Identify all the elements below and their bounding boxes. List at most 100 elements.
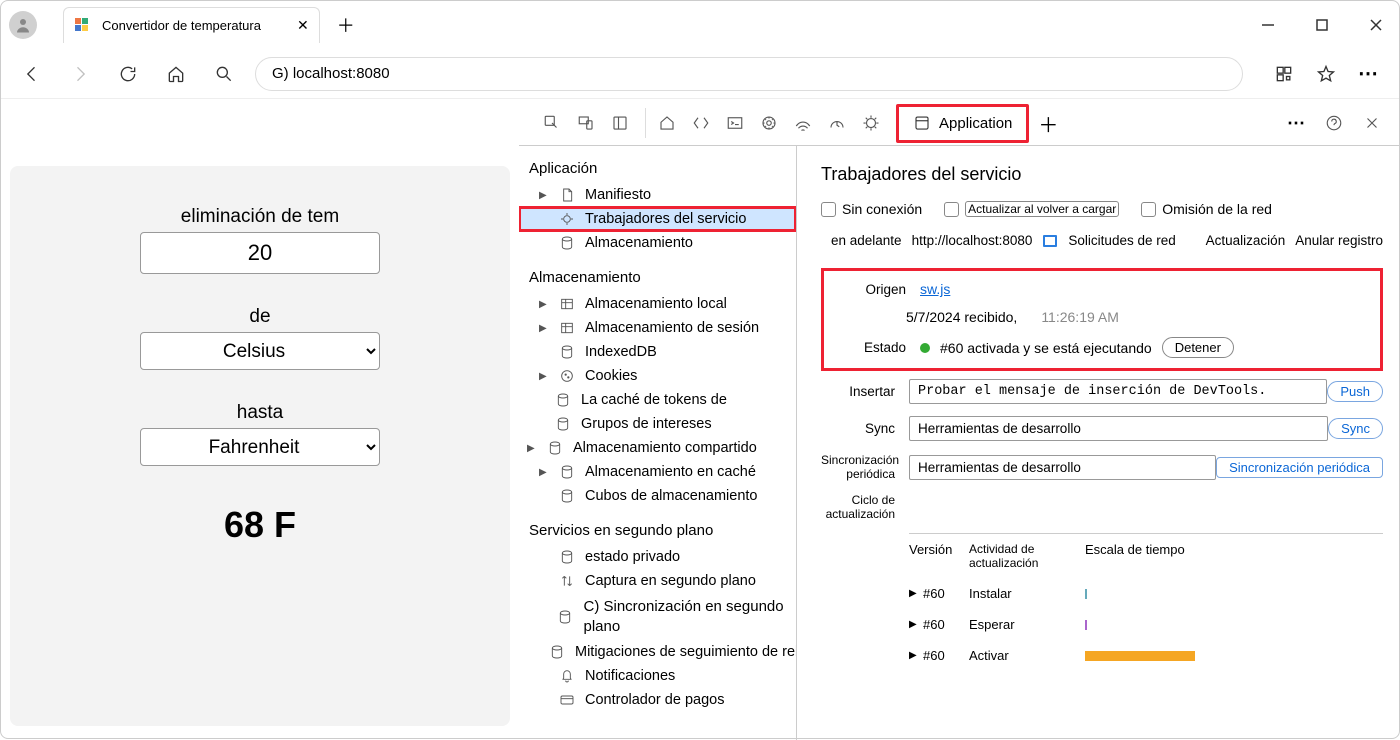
- sidebar-item-cookies[interactable]: ▶Cookies: [519, 364, 796, 388]
- extensions-button[interactable]: [1267, 57, 1301, 91]
- menu-button[interactable]: ⋯: [1351, 57, 1385, 91]
- offline-checkbox[interactable]: Sin conexión: [821, 201, 922, 217]
- more-tabs-button[interactable]: ＋: [1033, 108, 1063, 138]
- sw-scope-row: en adelante http://localhost:8080 Solici…: [831, 233, 1383, 248]
- panel-title: Trabajadores del servicio: [821, 164, 1383, 185]
- cycle-row-wait[interactable]: ▶#60Esperar: [909, 609, 1383, 640]
- status-label: Estado: [832, 340, 920, 355]
- profile-button[interactable]: [9, 11, 37, 39]
- back-button[interactable]: [15, 57, 49, 91]
- sidebar-item-background-fetch[interactable]: Captura en segundo plano: [519, 569, 796, 593]
- sidebar-item-private-state[interactable]: estado privado: [519, 545, 796, 569]
- sidebar-item-shared-storage[interactable]: ▶Almacenamiento compartido: [519, 436, 796, 460]
- devtools-help-icon[interactable]: [1319, 108, 1349, 138]
- devtools-tabbar: Application ＋ ⋯: [519, 99, 1399, 146]
- update-on-reload-checkbox[interactable]: Actualizar al volver a cargar: [944, 201, 1119, 217]
- sidebar-item-storage-buckets[interactable]: Cubos de almacenamiento: [519, 484, 796, 508]
- sw-status-highlight: Origen sw.js 5/7/2024 recibido, 11:26:19…: [821, 268, 1383, 371]
- tab-close-button[interactable]: ✕: [297, 17, 309, 34]
- welcome-tab-icon[interactable]: [652, 108, 682, 138]
- screenshot-icon[interactable]: [1042, 234, 1058, 248]
- update-cycle-table: Versión Actividad de actualización Escal…: [909, 533, 1383, 671]
- sw-status-text: #60 activada y se está ejecutando: [940, 340, 1152, 356]
- refresh-button[interactable]: [111, 57, 145, 91]
- push-input[interactable]: [909, 379, 1327, 404]
- address-bar[interactable]: G) localhost:8080: [255, 57, 1243, 91]
- stop-button[interactable]: Detener: [1162, 337, 1234, 358]
- inspect-icon[interactable]: [537, 108, 567, 138]
- converter-card: eliminación de tem de Celsius hasta Fahr…: [10, 166, 510, 726]
- cycle-row-install[interactable]: ▶#60Instalar: [909, 578, 1383, 609]
- window-minimize[interactable]: [1253, 10, 1283, 40]
- sidebar-item-background-sync[interactable]: C) Sincronización en segundo plano: [519, 593, 796, 640]
- device-toggle-icon[interactable]: [571, 108, 601, 138]
- sw-source-link[interactable]: sw.js: [920, 281, 950, 297]
- sources-tab-icon[interactable]: [754, 108, 784, 138]
- status-dot-icon: [920, 343, 930, 353]
- console-tab-icon[interactable]: [720, 108, 750, 138]
- browser-tab[interactable]: Convertidor de temperatura ✕: [63, 7, 320, 43]
- periodic-sync-button[interactable]: Sincronización periódica: [1216, 457, 1383, 478]
- value-input[interactable]: [140, 232, 380, 274]
- unregister-link[interactable]: Anular registro: [1295, 233, 1383, 248]
- sidebar-item-indexeddb[interactable]: IndexedDB: [519, 340, 796, 364]
- value-label: eliminación de tem: [181, 206, 339, 228]
- sidebar-item-payment-handler[interactable]: Controlador de pagos: [519, 688, 796, 712]
- sync-label: Sync: [821, 421, 909, 436]
- network-tab-icon[interactable]: [788, 108, 818, 138]
- from-select[interactable]: Celsius: [140, 332, 380, 370]
- application-tab[interactable]: Application: [896, 104, 1029, 143]
- window-close[interactable]: [1361, 10, 1391, 40]
- source-label: Origen: [832, 282, 920, 297]
- sync-button[interactable]: Sync: [1328, 418, 1383, 439]
- sw-received: 5/7/2024 recibido,: [906, 309, 1017, 325]
- sidebar-item-bounce-tracking[interactable]: Mitigaciones de seguimiento de rebote: [519, 640, 796, 664]
- new-tab-button[interactable]: ＋: [330, 9, 362, 41]
- section-storage: Almacenamiento: [519, 255, 796, 292]
- elements-tab-icon[interactable]: [686, 108, 716, 138]
- push-label: Insertar: [821, 384, 909, 399]
- update-link[interactable]: Actualización: [1206, 233, 1286, 248]
- sw-time: 11:26:19 AM: [1041, 309, 1119, 325]
- memory-tab-icon[interactable]: [856, 108, 886, 138]
- favorites-button[interactable]: [1309, 57, 1343, 91]
- sidebar-item-session-storage[interactable]: ▶Almacenamiento de sesión: [519, 316, 796, 340]
- titlebar: Convertidor de temperatura ✕ ＋: [1, 1, 1399, 49]
- sidebar-item-manifest[interactable]: ▶Manifiesto: [519, 183, 796, 207]
- window-maximize[interactable]: [1307, 10, 1337, 40]
- webpage: eliminación de tem de Celsius hasta Fahr…: [1, 146, 519, 740]
- th-timeline: Escala de tiempo: [1085, 542, 1185, 570]
- th-activity: Actividad de actualización: [969, 542, 1085, 570]
- tab-title: Convertidor de temperatura: [102, 18, 261, 33]
- sidebar-item-cache-storage[interactable]: ▶Almacenamiento en caché: [519, 460, 796, 484]
- application-sidebar[interactable]: Aplicación ▶Manifiesto Trabajadores del …: [519, 146, 796, 740]
- update-cycle-label: Ciclo de actualización: [821, 493, 909, 521]
- to-label: hasta: [237, 402, 283, 424]
- bypass-network-checkbox[interactable]: Omisión de la red: [1141, 201, 1272, 217]
- sync-input[interactable]: [909, 416, 1328, 441]
- sidebar-item-local-storage[interactable]: ▶Almacenamiento local: [519, 292, 796, 316]
- push-button[interactable]: Push: [1327, 381, 1383, 402]
- performance-tab-icon[interactable]: [822, 108, 852, 138]
- network-requests-link[interactable]: Solicitudes de red: [1068, 233, 1175, 248]
- browser-toolbar: G) localhost:8080 ⋯: [1, 49, 1399, 99]
- main-row: eliminación de tem de Celsius hasta Fahr…: [1, 146, 1399, 740]
- home-button[interactable]: [159, 57, 193, 91]
- search-button[interactable]: [207, 57, 241, 91]
- sidebar-item-storage[interactable]: Almacenamiento: [519, 231, 796, 255]
- dock-icon[interactable]: [605, 108, 635, 138]
- tab-favicon: [74, 17, 92, 35]
- sidebar-item-notifications[interactable]: Notificaciones: [519, 664, 796, 688]
- devtools-close-icon[interactable]: [1357, 108, 1387, 138]
- application-tab-label: Application: [939, 115, 1012, 132]
- cycle-row-activate[interactable]: ▶#60Activar: [909, 640, 1383, 671]
- sw-scope-url: http://localhost:8080: [912, 233, 1033, 248]
- periodic-sync-input[interactable]: [909, 455, 1216, 480]
- sidebar-item-interest-groups[interactable]: Grupos de intereses: [519, 412, 796, 436]
- sidebar-item-token-cache[interactable]: La caché de tokens de: [519, 388, 796, 412]
- to-select[interactable]: Fahrenheit: [140, 428, 380, 466]
- devtools-more-icon[interactable]: ⋯: [1281, 108, 1311, 138]
- forward-button[interactable]: [63, 57, 97, 91]
- sidebar-item-service-workers[interactable]: Trabajadores del servicio: [519, 207, 796, 231]
- from-label: de: [249, 306, 270, 328]
